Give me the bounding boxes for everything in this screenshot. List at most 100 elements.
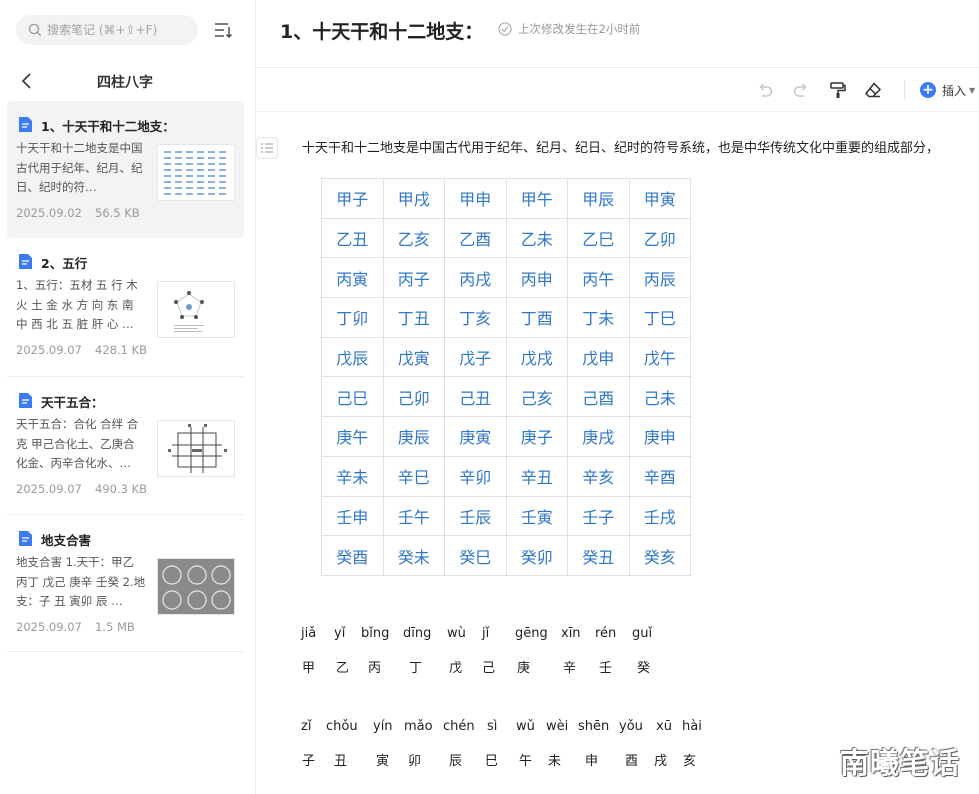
table-cell[interactable]: 丁巳: [628, 297, 691, 338]
table-cell[interactable]: 庚寅: [444, 416, 507, 457]
table-cell[interactable]: 壬寅: [505, 495, 568, 537]
table-cell[interactable]: 丁丑: [382, 297, 445, 338]
table-cell[interactable]: 丙戌: [444, 257, 507, 299]
table-cell[interactable]: 丁卯: [321, 297, 384, 338]
note-item[interactable]: 1、十天干和十二地支： 十天干和十二地支是中国古代用于纪年、纪月、纪日、纪时的符…: [7, 101, 244, 238]
table-cell[interactable]: 丙子: [382, 257, 445, 299]
table-cell[interactable]: 己酉: [567, 376, 630, 418]
table-cell[interactable]: 戊申: [567, 336, 630, 378]
table-cell[interactable]: 癸丑: [567, 535, 630, 576]
table-cell[interactable]: 丁亥: [444, 297, 507, 338]
table-cell[interactable]: 甲申: [444, 178, 507, 219]
table-cell[interactable]: 辛卯: [444, 455, 507, 497]
note-size: 56.5 KB: [95, 206, 140, 220]
note-title: 天干五合：: [41, 395, 104, 410]
table-cell[interactable]: 辛巳: [382, 455, 445, 497]
table-cell[interactable]: 戊戌: [505, 336, 568, 378]
note-item[interactable]: 天干五合： 天干五合：合化 合绊 合克 甲己合化土、乙庚合化金、丙辛合化水、… …: [7, 377, 244, 515]
table-cell[interactable]: 壬午: [382, 495, 445, 537]
redo-icon[interactable]: [792, 81, 810, 99]
earthly-branch: 亥: [683, 754, 697, 769]
table-cell[interactable]: 甲寅: [628, 178, 691, 219]
table-cell[interactable]: 辛亥: [567, 455, 630, 497]
note-date: 2025.09.07: [16, 620, 82, 634]
table-cell[interactable]: 辛未: [321, 455, 384, 497]
insert-label: 插入: [942, 83, 967, 98]
pinyin: bǐng: [361, 626, 390, 641]
outline-button[interactable]: [256, 137, 278, 159]
table-cell[interactable]: 己巳: [321, 376, 384, 418]
table-cell[interactable]: 癸酉: [321, 535, 384, 576]
table-cell[interactable]: 己卯: [382, 376, 445, 418]
table-cell[interactable]: 丙申: [505, 257, 568, 299]
note-preview: 1、五行：五材 五 行 木 火 土 金 水 方 向 东 南 中 西 北 五 脏 …: [16, 278, 138, 331]
eraser-icon[interactable]: [864, 81, 882, 99]
table-cell[interactable]: 乙未: [505, 217, 568, 259]
insert-button[interactable]: + 插入 ▼: [920, 80, 975, 100]
table-cell[interactable]: 癸亥: [628, 535, 691, 576]
note-list: 1、十天干和十二地支： 十天干和十二地支是中国古代用于纪年、纪月、纪日、纪时的符…: [7, 101, 244, 652]
earthly-branch: 巳: [485, 754, 499, 769]
note-item[interactable]: 2、五行 1、五行：五材 五 行 木 火 土 金 水 方 向 东 南 中 西 北…: [7, 238, 244, 377]
table-cell[interactable]: 丙寅: [321, 257, 384, 299]
table-cell[interactable]: 己亥: [505, 376, 568, 418]
table-cell[interactable]: 癸巳: [444, 535, 507, 576]
note-item[interactable]: 地支合害 地支合害 1.天干：甲乙 丙丁 戊己 庚辛 壬癸 2.地支：子 丑 寅…: [7, 515, 244, 652]
search-input[interactable]: [47, 23, 197, 37]
table-cell[interactable]: 戊子: [444, 336, 507, 378]
table-cell[interactable]: 庚午: [321, 416, 384, 457]
table-cell[interactable]: 庚申: [628, 416, 691, 457]
table-cell[interactable]: 庚戌: [567, 416, 630, 457]
table-cell[interactable]: 丙辰: [628, 257, 691, 299]
note-title: 地支合害: [41, 533, 92, 548]
sort-icon[interactable]: [214, 21, 232, 39]
table-cell[interactable]: 癸未: [382, 535, 445, 576]
table-cell[interactable]: 庚辰: [382, 416, 445, 457]
table-cell[interactable]: 己丑: [444, 376, 507, 418]
table-cell[interactable]: 乙巳: [567, 217, 630, 259]
table-cell[interactable]: 壬申: [321, 495, 384, 537]
table-cell[interactable]: 辛酉: [628, 455, 691, 497]
table-cell[interactable]: 乙丑: [321, 217, 384, 259]
heavenly-stem: 壬: [599, 661, 613, 676]
table-cell[interactable]: 丁酉: [505, 297, 568, 338]
table-cell[interactable]: 壬辰: [444, 495, 507, 537]
pinyin: chén: [443, 719, 475, 734]
table-cell[interactable]: 戊寅: [382, 336, 445, 378]
heavenly-stem: 甲: [302, 661, 316, 676]
note-preview: 地支合害 1.天干：甲乙 丙丁 戊己 庚辛 壬癸 2.地支：子 丑 寅卯 辰 …: [16, 555, 146, 608]
table-cell[interactable]: 丁未: [567, 297, 630, 338]
table-row: 壬申 壬午 壬辰 壬寅 壬子 壬戌: [321, 495, 691, 537]
earthly-branch: 寅: [376, 754, 390, 769]
table-cell[interactable]: 甲戌: [382, 178, 445, 219]
document-title[interactable]: 1、十天干和十二地支：: [280, 17, 483, 44]
format-painter-icon[interactable]: [829, 81, 847, 99]
back-icon[interactable]: [18, 72, 36, 90]
document-icon: [19, 254, 32, 269]
table-cell[interactable]: 己未: [628, 376, 691, 418]
table-row: 丁卯 丁丑 丁亥 丁酉 丁未 丁巳: [321, 297, 691, 338]
document-icon: [19, 531, 32, 546]
table-cell[interactable]: 丙午: [567, 257, 630, 299]
search-box[interactable]: [16, 15, 198, 45]
table-cell[interactable]: 乙亥: [382, 217, 445, 259]
intro-paragraph[interactable]: 十天干和十二地支是中国古代用于纪年、纪月、纪日、纪时的符号系统，也是中华传统文化…: [302, 137, 939, 156]
table-cell[interactable]: 戊辰: [321, 336, 384, 378]
table-cell[interactable]: 壬子: [567, 495, 630, 537]
table-cell[interactable]: 癸卯: [505, 535, 568, 576]
pinyin: yín: [373, 719, 393, 734]
undo-icon[interactable]: [756, 81, 774, 99]
table-cell[interactable]: 辛丑: [505, 455, 568, 497]
table-cell[interactable]: 甲辰: [567, 178, 630, 219]
earthly-branch: 午: [519, 754, 533, 769]
table-cell[interactable]: 乙酉: [444, 217, 507, 259]
sidebar: 四柱八字 1、十天干和十二地支： 十天干和十二地支是中国古代用于纪年、纪月、纪日…: [0, 0, 256, 794]
table-row: 癸酉 癸未 癸巳 癸卯 癸丑 癸亥: [321, 535, 691, 576]
table-cell[interactable]: 壬戌: [628, 495, 691, 537]
table-cell[interactable]: 甲子: [321, 178, 384, 219]
table-cell[interactable]: 戊午: [628, 336, 691, 378]
earthly-branch: 丑: [334, 754, 348, 769]
table-cell[interactable]: 庚子: [505, 416, 568, 457]
table-cell[interactable]: 乙卯: [628, 217, 691, 259]
table-cell[interactable]: 甲午: [505, 178, 568, 219]
